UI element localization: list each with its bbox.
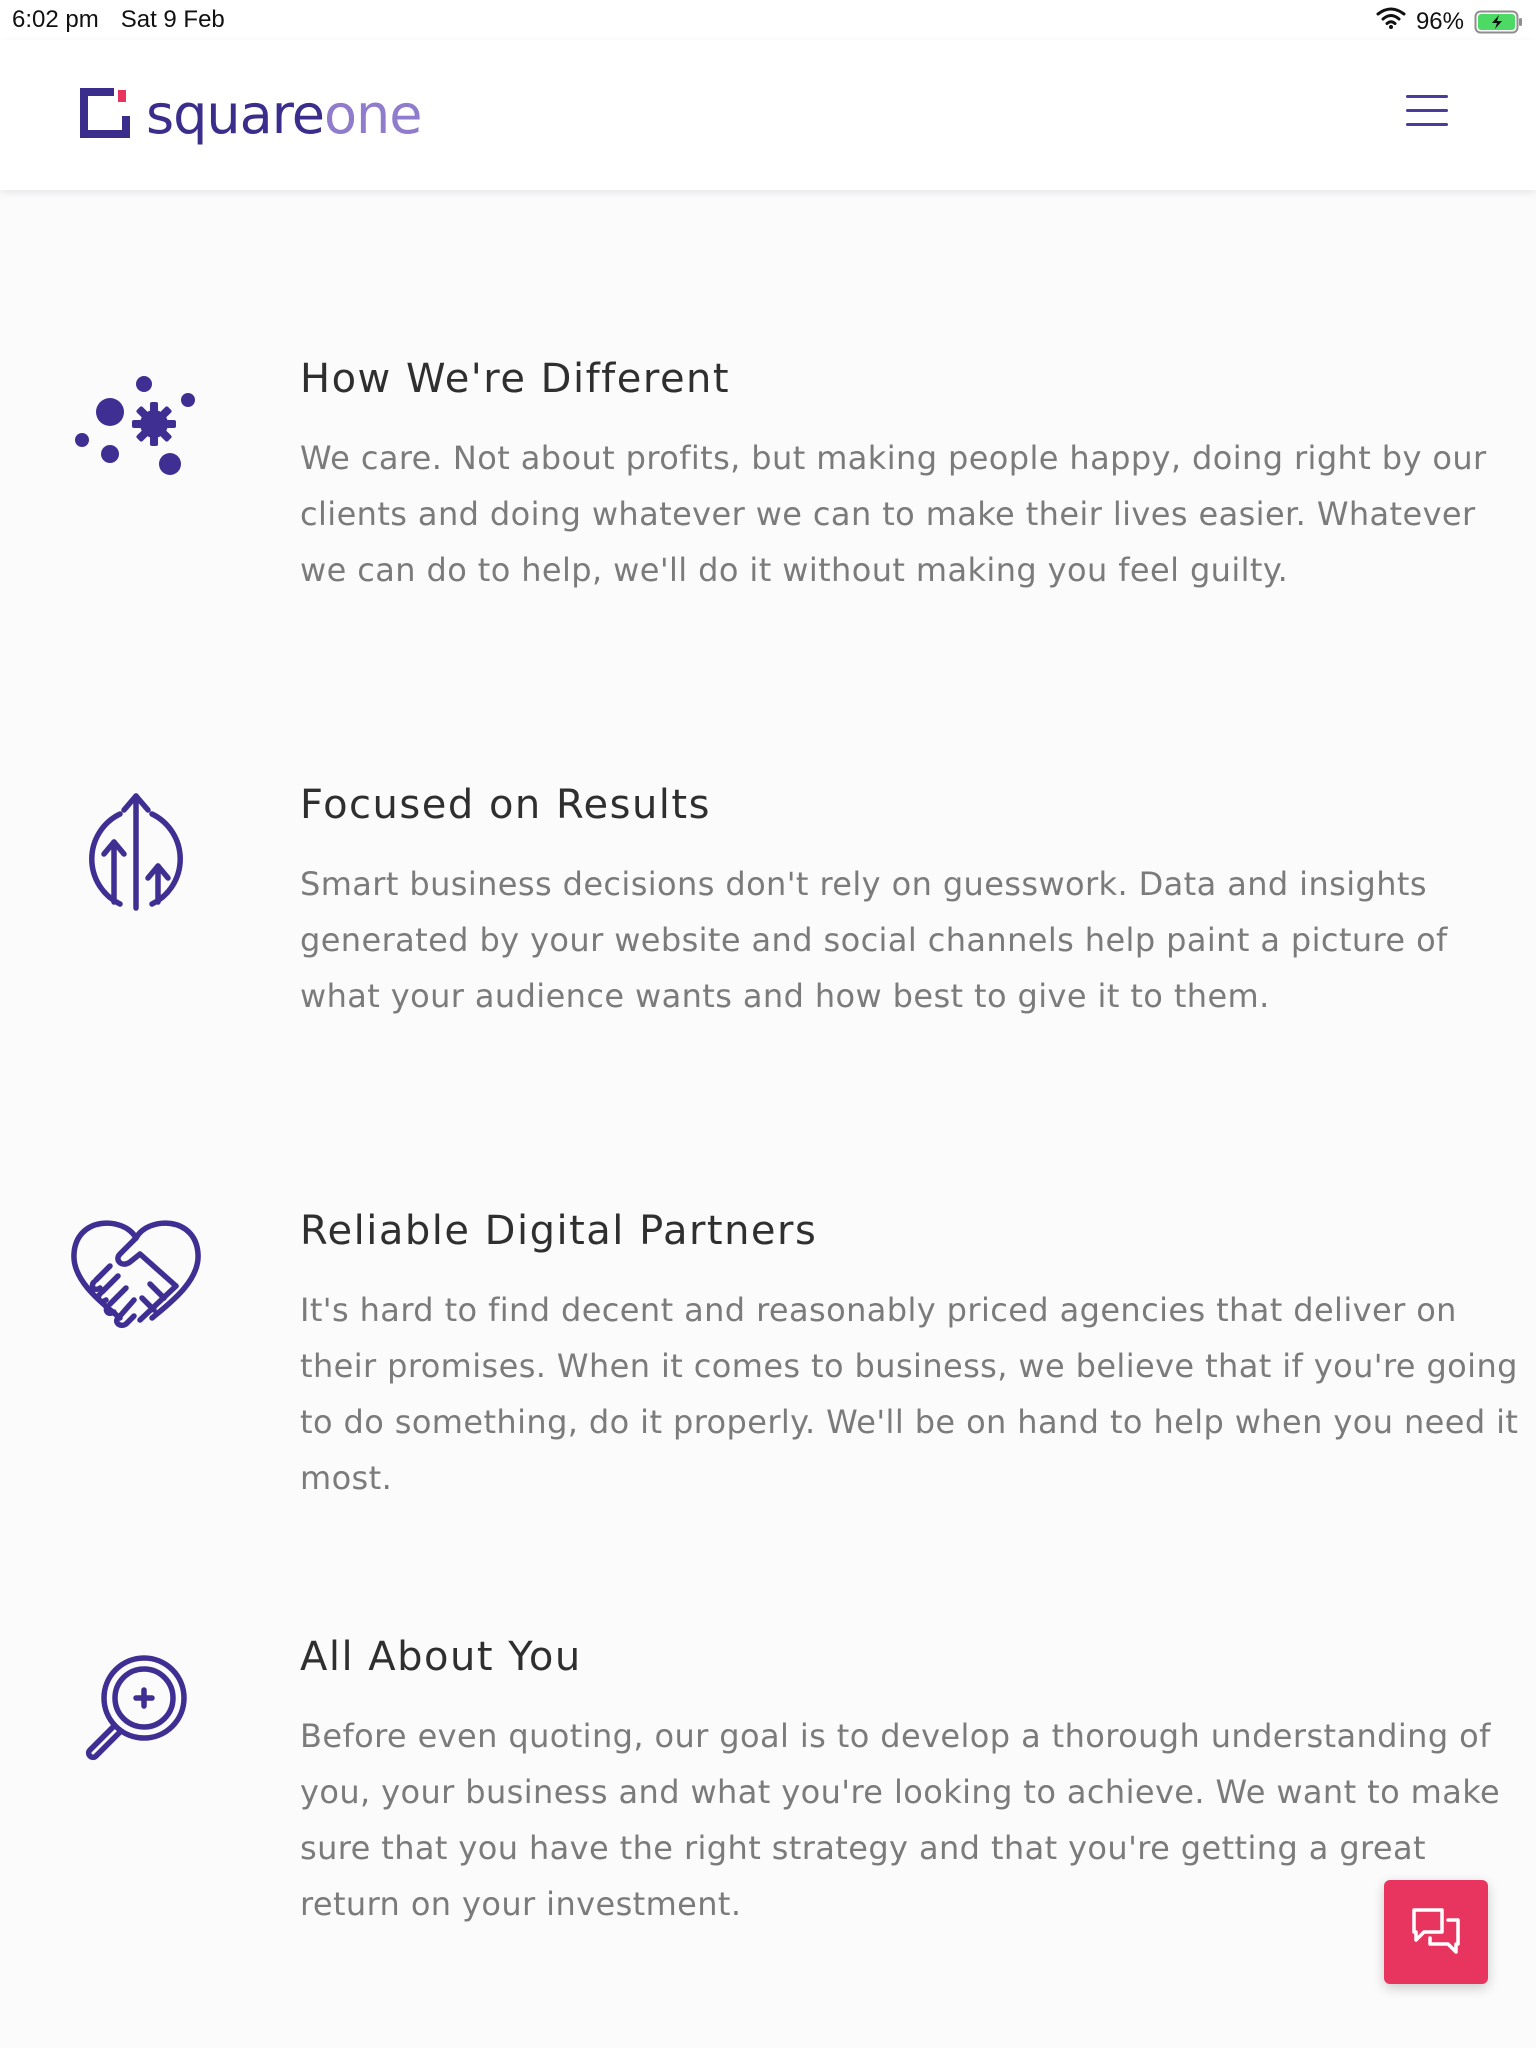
status-time: 6:02 pm	[12, 6, 99, 33]
battery-percent: 96%	[1415, 7, 1464, 35]
chat-bubbles-icon	[1410, 1904, 1462, 1960]
hamburger-icon-bar-3	[1406, 123, 1448, 126]
logo-word-square: square	[146, 83, 325, 146]
square-one-logo[interactable]: squareone	[78, 86, 422, 144]
logo-mark-icon	[78, 86, 132, 144]
feature-description: We care. Not about profits, but making p…	[300, 439, 1487, 589]
logo-word-one: one	[323, 83, 422, 146]
hamburger-menu-button[interactable]	[1406, 93, 1448, 129]
feature-title: All About You	[300, 1634, 582, 1680]
wifi-icon	[1376, 6, 1406, 37]
heart-handshake-icon	[66, 1206, 206, 1346]
hamburger-icon-bar-2	[1406, 109, 1448, 112]
status-bar: 6:02 pm Sat 9 Feb 96%	[0, 0, 1536, 40]
feature-description: Smart business decisions don't rely on g…	[300, 865, 1448, 1015]
growth-arrows-icon	[66, 786, 206, 926]
battery-icon	[1474, 9, 1524, 35]
status-date: Sat 9 Feb	[120, 6, 225, 33]
logo-wordmark: squareone	[146, 88, 422, 142]
site-header: squareone	[0, 40, 1536, 190]
chat-button[interactable]	[1384, 1880, 1488, 1984]
hamburger-icon-bar-1	[1406, 95, 1448, 98]
feature-title: Reliable Digital Partners	[300, 1208, 818, 1254]
status-right: 96%	[1376, 6, 1524, 37]
magnifier-plus-icon	[66, 1630, 206, 1770]
status-left: 6:02 pm Sat 9 Feb	[12, 6, 225, 34]
feature-description: Before even quoting, our goal is to deve…	[300, 1717, 1501, 1923]
feature-description: It's hard to find decent and reasonably …	[300, 1291, 1519, 1497]
network-dots-icon	[66, 360, 206, 500]
feature-title: Focused on Results	[300, 782, 711, 828]
feature-title: How We're Different	[300, 356, 731, 402]
